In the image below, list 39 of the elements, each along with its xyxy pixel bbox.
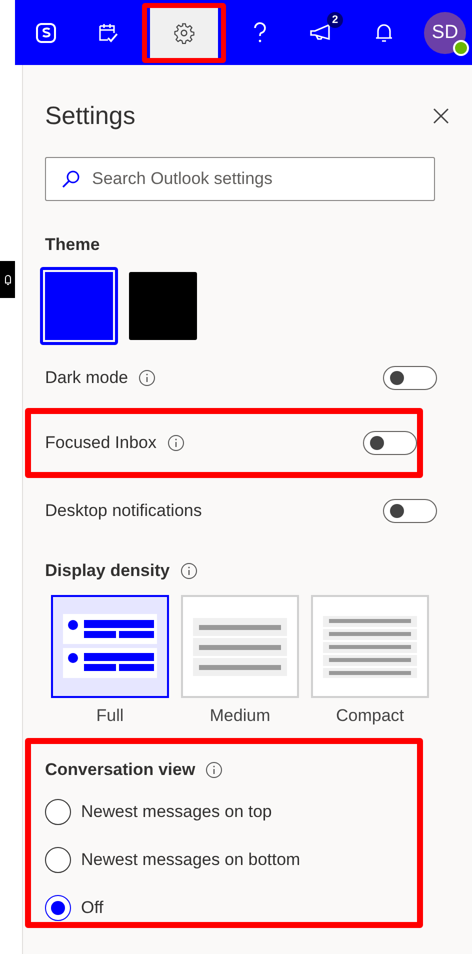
- density-label: Medium: [210, 706, 270, 726]
- info-icon[interactable]: [205, 761, 224, 779]
- radio-button[interactable]: [45, 799, 71, 825]
- theme-swatch[interactable]: [129, 272, 197, 340]
- section-label: Theme: [45, 235, 101, 255]
- settings-button[interactable]: [150, 8, 218, 58]
- toggle-switch[interactable]: [363, 431, 417, 455]
- search-icon: [61, 169, 81, 189]
- radio-label: Newest messages on top: [81, 802, 272, 822]
- section-label: Conversation view: [45, 760, 196, 780]
- close-icon: [432, 107, 450, 125]
- toggle-switch[interactable]: [383, 366, 437, 390]
- side-tab[interactable]: [0, 261, 15, 298]
- settings-icon: [173, 22, 195, 44]
- radio-label: Newest messages on bottom: [81, 850, 300, 870]
- toggle-switch[interactable]: [383, 499, 437, 523]
- density-option[interactable]: [51, 595, 169, 698]
- bell-icon: [374, 22, 394, 44]
- setting-label: Focused Inbox: [45, 433, 157, 453]
- theme-swatch[interactable]: [40, 267, 118, 345]
- bell-icon: [4, 274, 12, 286]
- info-icon[interactable]: [138, 369, 156, 387]
- setting-label: Desktop notifications: [45, 501, 202, 521]
- panel-title: Settings: [45, 102, 136, 130]
- density-label: Compact: [336, 706, 404, 726]
- density-label: Full: [96, 706, 124, 726]
- info-icon[interactable]: [166, 434, 185, 452]
- search-field[interactable]: Search Outlook settings: [45, 157, 435, 201]
- info-icon[interactable]: [180, 562, 198, 580]
- help-icon: [252, 20, 268, 44]
- feedback-button[interactable]: 2: [291, 8, 353, 58]
- count-badge: 2: [327, 12, 343, 28]
- radio-button[interactable]: [45, 847, 71, 873]
- radio-label: Off: [81, 898, 104, 918]
- radio-button[interactable]: [45, 895, 71, 921]
- section-label: Display density: [45, 561, 170, 581]
- setting-label: Dark mode: [45, 368, 128, 388]
- avatar[interactable]: SD: [424, 12, 466, 54]
- skype-icon: [34, 20, 58, 44]
